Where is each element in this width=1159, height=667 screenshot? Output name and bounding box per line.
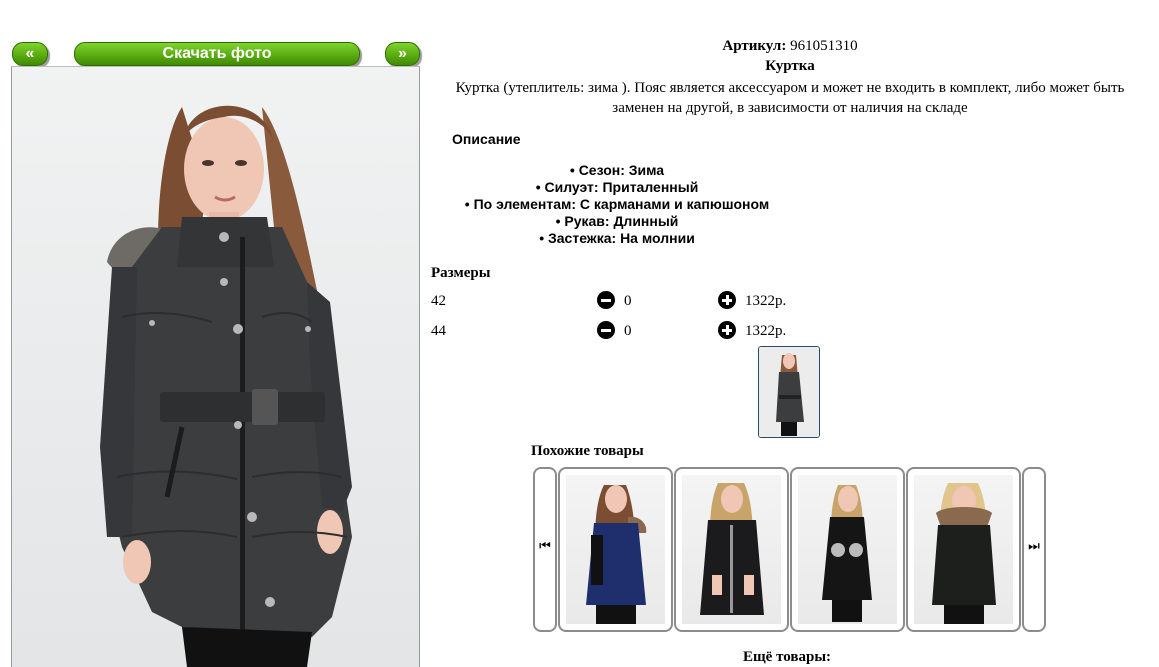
article-number: Артикул: 961051310 <box>431 38 1149 55</box>
price-value: 1322р. <box>745 293 787 309</box>
similar-product-image <box>798 475 897 624</box>
description-heading: Описание <box>452 131 521 147</box>
similar-product-card[interactable] <box>906 467 1021 632</box>
quantity-value: 0 <box>624 293 632 309</box>
carousel-next-button[interactable]: ⏭ <box>1022 467 1046 632</box>
more-products-heading: Ещё товары: <box>743 649 832 665</box>
first-page-icon: ⏮ <box>539 539 551 554</box>
similar-product-card[interactable] <box>790 467 905 632</box>
size-label: 44 <box>431 323 446 339</box>
product-description: Куртка (утеплитель: зима ). Пояс являетс… <box>455 80 1125 116</box>
similar-product-card[interactable] <box>674 467 789 632</box>
size-label: 42 <box>431 293 446 309</box>
quantity-value: 0 <box>624 323 632 339</box>
carousel-prev-button[interactable]: ⏮ <box>533 467 557 632</box>
next-photo-button[interactable]: » <box>385 42 420 66</box>
price-value: 1322р. <box>745 323 787 339</box>
similar-products-heading: Похожие товары <box>531 443 644 459</box>
similar-product-image <box>914 475 1013 624</box>
last-page-icon: ⏭ <box>1028 539 1040 554</box>
photo-thumbnail[interactable] <box>758 346 820 438</box>
minus-circle-icon[interactable] <box>597 321 615 339</box>
plus-circle-icon[interactable] <box>718 291 736 309</box>
previous-photo-button[interactable]: « <box>12 42 48 66</box>
similar-product-image <box>682 475 781 624</box>
download-photo-button[interactable]: Скачать фото <box>74 42 360 66</box>
article-label: Артикул: <box>722 38 787 54</box>
feature-list: Сезон: Зима Силуэт: Приталенный По элеме… <box>452 162 782 247</box>
main-product-photo <box>11 66 420 667</box>
article-value: 961051310 <box>790 38 858 54</box>
product-title: Куртка <box>765 58 815 74</box>
similar-product-image <box>566 475 665 624</box>
feature-item: Застежка: На молнии <box>452 230 782 247</box>
size-row: 42 0 1322р. <box>431 291 831 313</box>
feature-item: По элементам: С карманами и капюшоном <box>452 196 782 213</box>
feature-item: Рукав: Длинный <box>452 213 782 230</box>
similar-product-card[interactable] <box>558 467 673 632</box>
size-row: 44 0 1322р. <box>431 321 831 343</box>
minus-circle-icon[interactable] <box>597 291 615 309</box>
feature-item: Силуэт: Приталенный <box>452 179 782 196</box>
plus-circle-icon[interactable] <box>718 321 736 339</box>
feature-item: Сезон: Зима <box>452 162 782 179</box>
sizes-heading: Размеры <box>431 265 491 281</box>
